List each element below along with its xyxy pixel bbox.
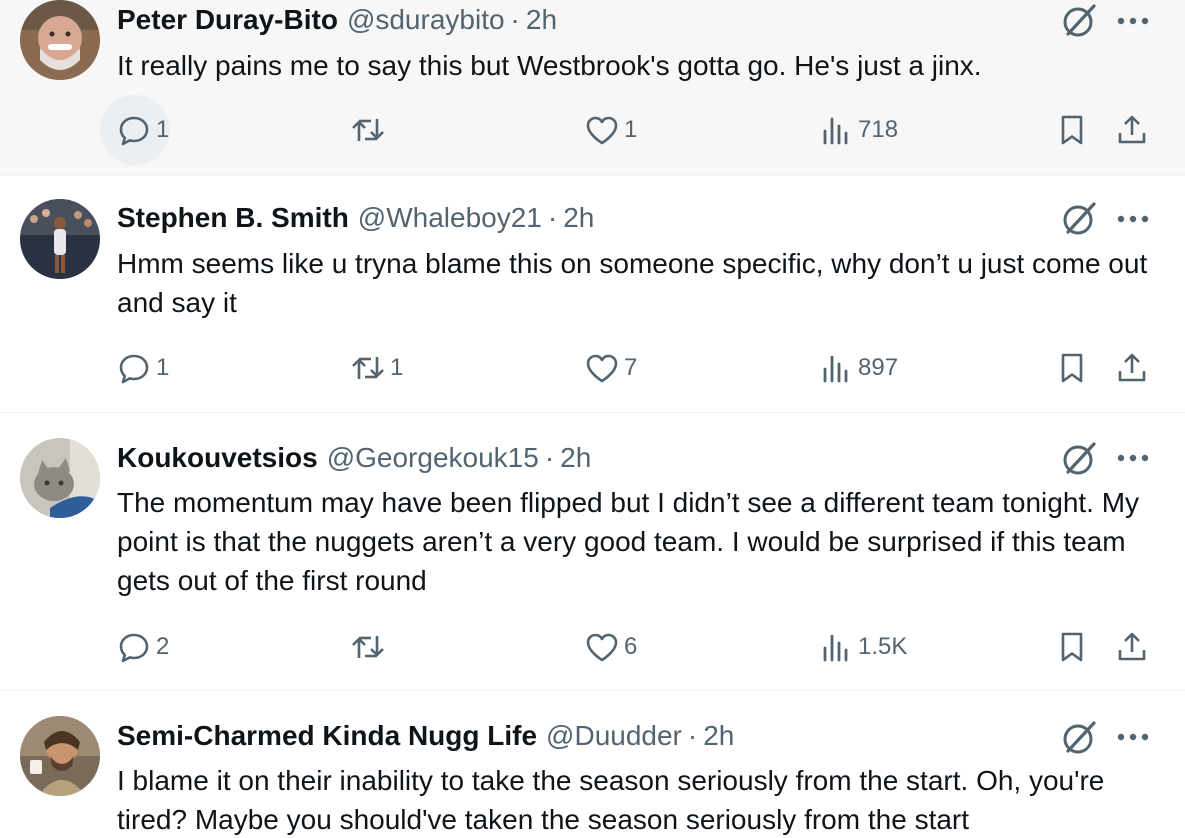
views-icon — [818, 629, 854, 665]
share-icon — [1114, 629, 1150, 665]
display-name[interactable]: Peter Duray-Bito — [117, 3, 338, 37]
bookmark-icon — [1054, 629, 1090, 665]
share-icon — [1114, 350, 1150, 386]
bookmark-button[interactable] — [1054, 348, 1090, 388]
bookmark-button[interactable] — [1054, 627, 1090, 667]
views-count: 718 — [858, 116, 899, 143]
grok-icon[interactable] — [1060, 438, 1100, 478]
tweet-header: Semi-Charmed Kinda Nugg Life @Duudder · … — [117, 719, 734, 753]
reply-count: 1 — [156, 354, 170, 381]
more-options-icon[interactable] — [1116, 448, 1150, 468]
user-handle[interactable]: @sduraybito — [347, 3, 505, 37]
tweet-text: Hmm seems like u tryna blame this on som… — [117, 248, 1148, 318]
timestamp[interactable]: 2h — [563, 201, 594, 235]
timestamp[interactable]: 2h — [560, 441, 591, 475]
reply-button[interactable]: 1 — [116, 110, 169, 150]
timestamp[interactable]: 2h — [703, 719, 734, 753]
user-handle[interactable]: @Whaleboy21 — [358, 201, 542, 235]
avatar[interactable] — [20, 438, 100, 518]
reply-feed: Peter Duray-Bito @sduraybito · 2h It rea… — [0, 0, 1185, 838]
views-button[interactable]: 897 — [818, 348, 898, 388]
tweet-text: The momentum may have been flipped but I… — [117, 487, 1140, 596]
reply-icon — [116, 629, 152, 665]
repost-button[interactable] — [350, 627, 390, 667]
views-button[interactable]: 1.5K — [818, 627, 907, 667]
tweet-card[interactable]: Stephen B. Smith @Whaleboy21 · 2h Hmm se… — [0, 176, 1185, 413]
timestamp[interactable]: 2h — [526, 3, 557, 37]
grok-icon[interactable] — [1060, 198, 1100, 238]
views-count: 1.5K — [858, 633, 908, 660]
tweet-card[interactable]: Koukouvetsios @Georgekouk15 · 2h The mom… — [0, 413, 1185, 691]
tweet-card[interactable]: Peter Duray-Bito @sduraybito · 2h It rea… — [0, 0, 1185, 176]
separator-dot: · — [510, 4, 520, 35]
grok-icon[interactable] — [1060, 717, 1100, 757]
repost-button[interactable]: 1 — [350, 348, 403, 388]
grok-icon[interactable] — [1060, 0, 1100, 40]
repost-count: 1 — [390, 354, 404, 381]
display-name[interactable]: Koukouvetsios — [117, 441, 318, 475]
reply-button[interactable]: 1 — [116, 348, 169, 388]
repost-icon — [350, 350, 386, 386]
views-icon — [818, 112, 854, 148]
reply-count: 2 — [156, 633, 170, 660]
more-options-icon[interactable] — [1116, 11, 1150, 31]
user-handle[interactable]: @Duudder — [546, 719, 682, 753]
bookmark-button[interactable] — [1054, 110, 1090, 150]
like-count: 6 — [624, 633, 638, 660]
heart-icon — [584, 629, 620, 665]
views-icon — [818, 350, 854, 386]
tweet-text: I blame it on their inability to take th… — [117, 765, 1105, 835]
display-name[interactable]: Stephen B. Smith — [117, 201, 349, 235]
avatar[interactable] — [20, 716, 100, 796]
tweet-header: Koukouvetsios @Georgekouk15 · 2h — [117, 441, 591, 475]
reply-count: 1 — [156, 116, 170, 143]
views-button[interactable]: 718 — [818, 110, 898, 150]
more-options-icon[interactable] — [1116, 209, 1150, 229]
separator-dot: · — [544, 442, 555, 473]
repost-button[interactable] — [350, 110, 390, 150]
reply-icon — [116, 350, 152, 386]
share-button[interactable] — [1114, 627, 1150, 667]
display-name[interactable]: Semi-Charmed Kinda Nugg Life — [117, 719, 537, 753]
reply-button[interactable]: 2 — [116, 627, 169, 667]
avatar[interactable] — [20, 199, 100, 279]
tweet-header: Peter Duray-Bito @sduraybito · 2h — [117, 3, 557, 37]
bookmark-icon — [1054, 350, 1090, 386]
separator-dot: · — [547, 202, 558, 233]
like-count: 7 — [624, 354, 638, 381]
views-count: 897 — [858, 354, 899, 381]
repost-icon — [350, 629, 386, 665]
like-button[interactable]: 6 — [584, 627, 637, 667]
repost-icon — [350, 112, 386, 148]
like-button[interactable]: 7 — [584, 348, 637, 388]
tweet-text: It really pains me to say this but Westb… — [117, 50, 982, 81]
heart-icon — [584, 112, 620, 148]
like-count: 1 — [624, 116, 638, 143]
tweet-card[interactable]: Semi-Charmed Kinda Nugg Life @Duudder · … — [0, 691, 1185, 838]
reply-icon — [116, 112, 152, 148]
share-button[interactable] — [1114, 348, 1150, 388]
like-button[interactable]: 1 — [584, 110, 637, 150]
share-icon — [1114, 112, 1150, 148]
more-options-icon[interactable] — [1116, 727, 1150, 747]
tweet-header: Stephen B. Smith @Whaleboy21 · 2h — [117, 201, 594, 235]
avatar[interactable] — [20, 0, 100, 80]
heart-icon — [584, 350, 620, 386]
separator-dot: · — [687, 720, 698, 751]
bookmark-icon — [1054, 112, 1090, 148]
share-button[interactable] — [1114, 110, 1150, 150]
user-handle[interactable]: @Georgekouk15 — [327, 441, 539, 475]
